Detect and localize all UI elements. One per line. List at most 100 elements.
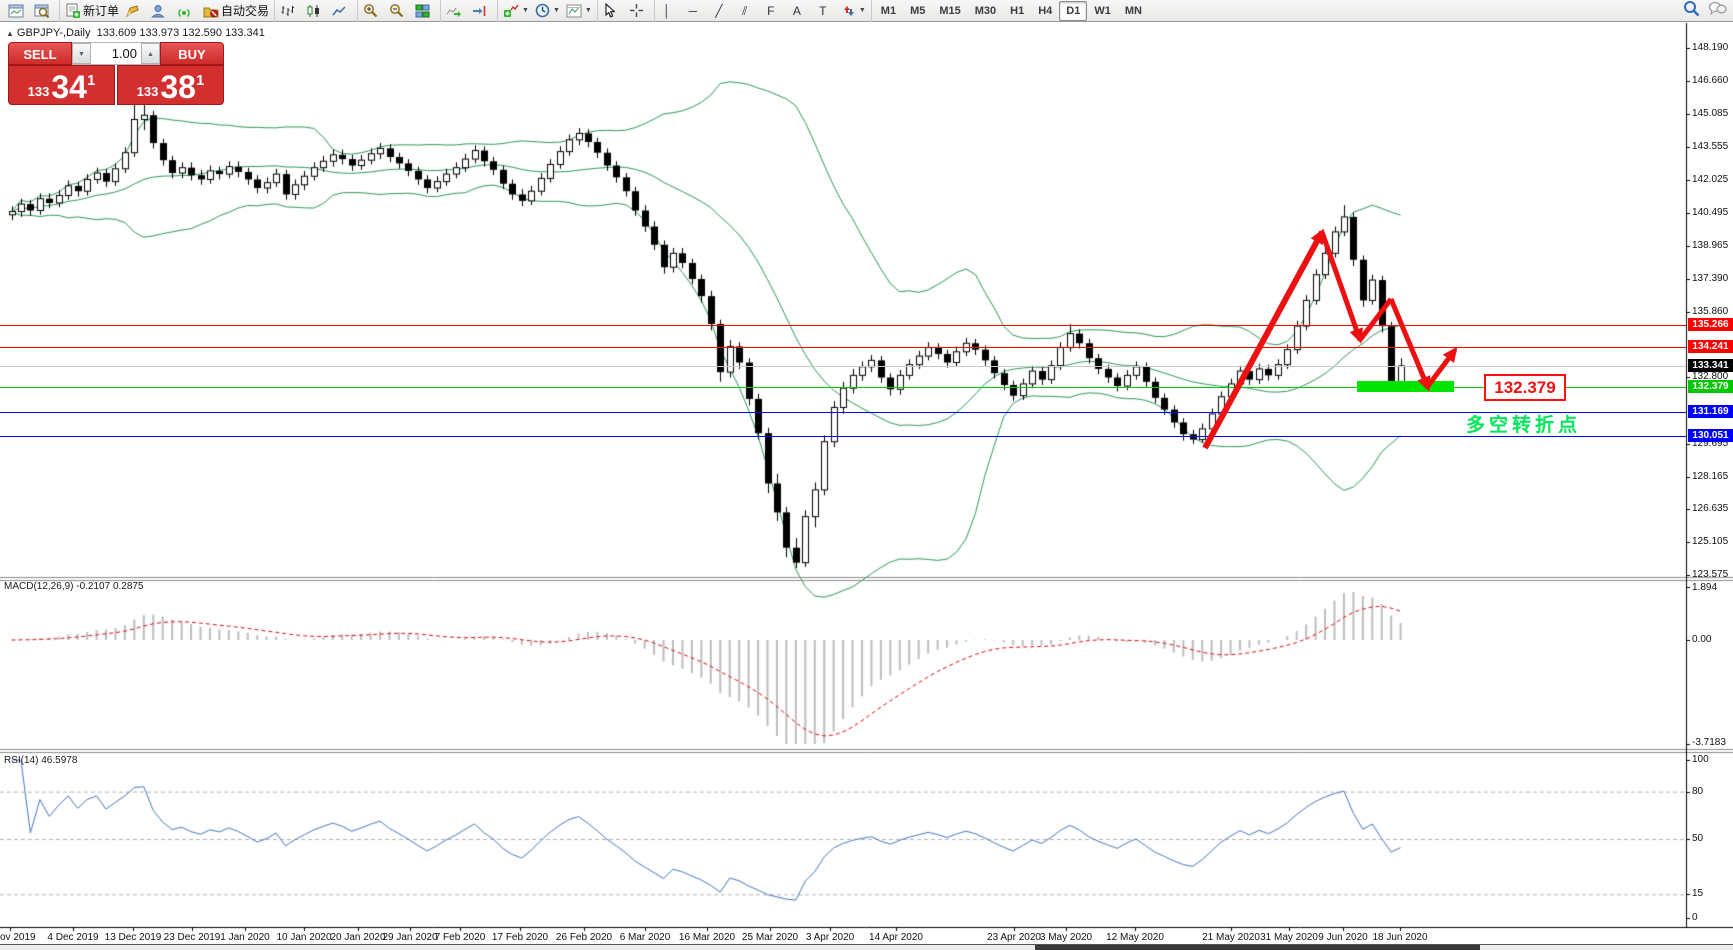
line-chart-button[interactable] — [329, 1, 355, 21]
sell-price-point: 1 — [87, 72, 95, 89]
macd-axis-tick: 1.894 — [1692, 582, 1717, 593]
cursor-button[interactable] — [600, 1, 626, 21]
chart-title: ▲GBPJPY-,Daily 133.609 133.973 132.590 1… — [6, 27, 265, 39]
tile-windows-button[interactable] — [412, 1, 438, 21]
timeframe-group: M1M5M15M30H1H4D1W1MN — [872, 0, 1151, 22]
timeframe-m30[interactable]: M30 — [968, 1, 1003, 21]
timeframe-w1[interactable]: W1 — [1087, 1, 1118, 21]
date-axis-label: 14 Apr 2020 — [869, 932, 923, 943]
new-order-button[interactable]: 新订单 — [62, 1, 122, 21]
toolbar-right — [1683, 0, 1733, 22]
periods-icon — [535, 3, 550, 18]
label-button[interactable]: T — [813, 1, 839, 21]
volume-input[interactable] — [91, 43, 141, 64]
symbol-name: GBPJPY-,Daily — [17, 27, 91, 39]
community-icon — [151, 4, 165, 18]
templates-button[interactable]: ▼ — [563, 1, 595, 21]
channel-button[interactable]: ⫽ — [735, 1, 761, 21]
horizontal-line-130.051[interactable] — [0, 436, 1686, 437]
sell-button[interactable]: SELL — [8, 42, 72, 65]
metaeditor-icon — [125, 4, 140, 18]
chart-canvas[interactable] — [0, 0, 1733, 950]
auto-scroll-button[interactable] — [443, 1, 469, 21]
scrollbar-thumb[interactable] — [1035, 945, 1480, 950]
turning-point-note[interactable]: 多空转折点 — [1466, 410, 1581, 437]
text-button[interactable]: A — [787, 1, 813, 21]
chart-shift-button[interactable] — [469, 1, 495, 21]
zoom-in-button[interactable] — [360, 1, 386, 21]
timeframe-h1[interactable]: H1 — [1003, 1, 1031, 21]
support-zone-highlight[interactable] — [1357, 381, 1454, 392]
periods-button[interactable]: ▼ — [532, 1, 563, 21]
price-axis-tick: 125.105 — [1692, 536, 1728, 547]
horizontal-line-134.241[interactable] — [0, 347, 1686, 348]
crosshair-button[interactable] — [626, 1, 652, 21]
new-chart-button[interactable] — [5, 1, 31, 21]
buy-button[interactable]: BUY — [160, 42, 224, 65]
volume-increase-button[interactable]: ▲ — [141, 43, 160, 64]
crosshair-icon — [629, 3, 644, 18]
date-axis-label: 1 Jan 2020 — [220, 932, 270, 943]
dropdown-arrow-icon: ▼ — [522, 7, 529, 14]
date-axis-label: 16 Mar 2020 — [679, 932, 735, 943]
date-axis-label: 13 Dec 2019 — [105, 932, 162, 943]
search-icon[interactable] — [1683, 0, 1700, 22]
community-button[interactable] — [148, 1, 174, 21]
auto-scroll-icon — [446, 4, 461, 18]
price-badge: 133.341 — [1688, 359, 1733, 372]
price-axis-tick: 145.085 — [1692, 108, 1728, 119]
dropdown-arrow-icon: ▼ — [553, 7, 560, 14]
zoom-out-button[interactable] — [386, 1, 412, 21]
indicators-icon — [503, 4, 519, 18]
candle-chart-button[interactable] — [303, 1, 329, 21]
rsi-axis-tick: 100 — [1692, 754, 1709, 765]
text-icon: A — [790, 3, 804, 19]
horizontal-line-131.169[interactable] — [0, 412, 1686, 413]
buy-price[interactable]: 133 38 1 — [117, 65, 224, 105]
buy-price-point: 1 — [196, 72, 204, 89]
horizontal-line-133.341[interactable] — [0, 366, 1686, 367]
timeframe-m1[interactable]: M1 — [874, 1, 903, 21]
date-axis-label: 3 Apr 2020 — [806, 932, 854, 943]
price-badge: 134.241 — [1688, 340, 1733, 353]
price-axis-tick: 148.190 — [1692, 42, 1728, 53]
fibonacci-button[interactable]: F — [761, 1, 787, 21]
auto-trading-button[interactable]: 自动交易 — [200, 1, 272, 21]
bar-chart-button[interactable] — [277, 1, 303, 21]
auto-trading-icon — [203, 4, 219, 18]
metaeditor-button[interactable] — [122, 1, 148, 21]
volume-decrease-button[interactable]: ▼ — [72, 43, 91, 64]
arrows-button[interactable]: ▼ — [839, 1, 869, 21]
toolbar-group — [275, 0, 358, 22]
signals-button[interactable] — [174, 1, 200, 21]
price-axis-tick: 135.860 — [1692, 306, 1728, 317]
sell-price[interactable]: 133 34 1 — [8, 65, 115, 105]
trendline-button[interactable]: ╱ — [709, 1, 735, 21]
date-axis-label: 29 Jan 2020 — [382, 932, 437, 943]
mt4-window: 新订单自动交易▼▼▼│─╱⫽FAT▼M1M5M15M30H1H4D1W1MN ▲… — [0, 0, 1733, 950]
toolbar-group — [3, 0, 60, 22]
chat-icon[interactable] — [1708, 1, 1727, 21]
hline-button[interactable]: ─ — [683, 1, 709, 21]
horizontal-line-135.266[interactable] — [0, 325, 1686, 326]
timeframe-mn[interactable]: MN — [1118, 1, 1149, 21]
support-price-label[interactable]: 132.379 — [1484, 374, 1566, 401]
timeframe-h4[interactable]: H4 — [1031, 1, 1059, 21]
symbol-quotes: 133.609 133.973 132.590 133.341 — [97, 27, 265, 39]
new-order-icon — [65, 3, 81, 18]
vline-button[interactable]: │ — [657, 1, 683, 21]
profiles-button[interactable] — [31, 1, 57, 21]
line-chart-icon — [332, 4, 347, 18]
timeframe-m15[interactable]: M15 — [932, 1, 967, 21]
timeframe-d1[interactable]: D1 — [1059, 1, 1087, 21]
rsi-axis-tick: 50 — [1692, 833, 1703, 844]
bar-chart-icon — [280, 4, 295, 18]
trendline-icon: ╱ — [712, 3, 726, 19]
price-badge: 132.379 — [1688, 380, 1733, 393]
indicators-button[interactable]: ▼ — [500, 1, 532, 21]
zoom-in-icon — [363, 3, 378, 18]
date-axis-label: 7 Feb 2020 — [435, 932, 486, 943]
tile-windows-icon — [415, 4, 430, 18]
rsi-axis-tick: 15 — [1692, 888, 1703, 899]
timeframe-m5[interactable]: M5 — [903, 1, 932, 21]
